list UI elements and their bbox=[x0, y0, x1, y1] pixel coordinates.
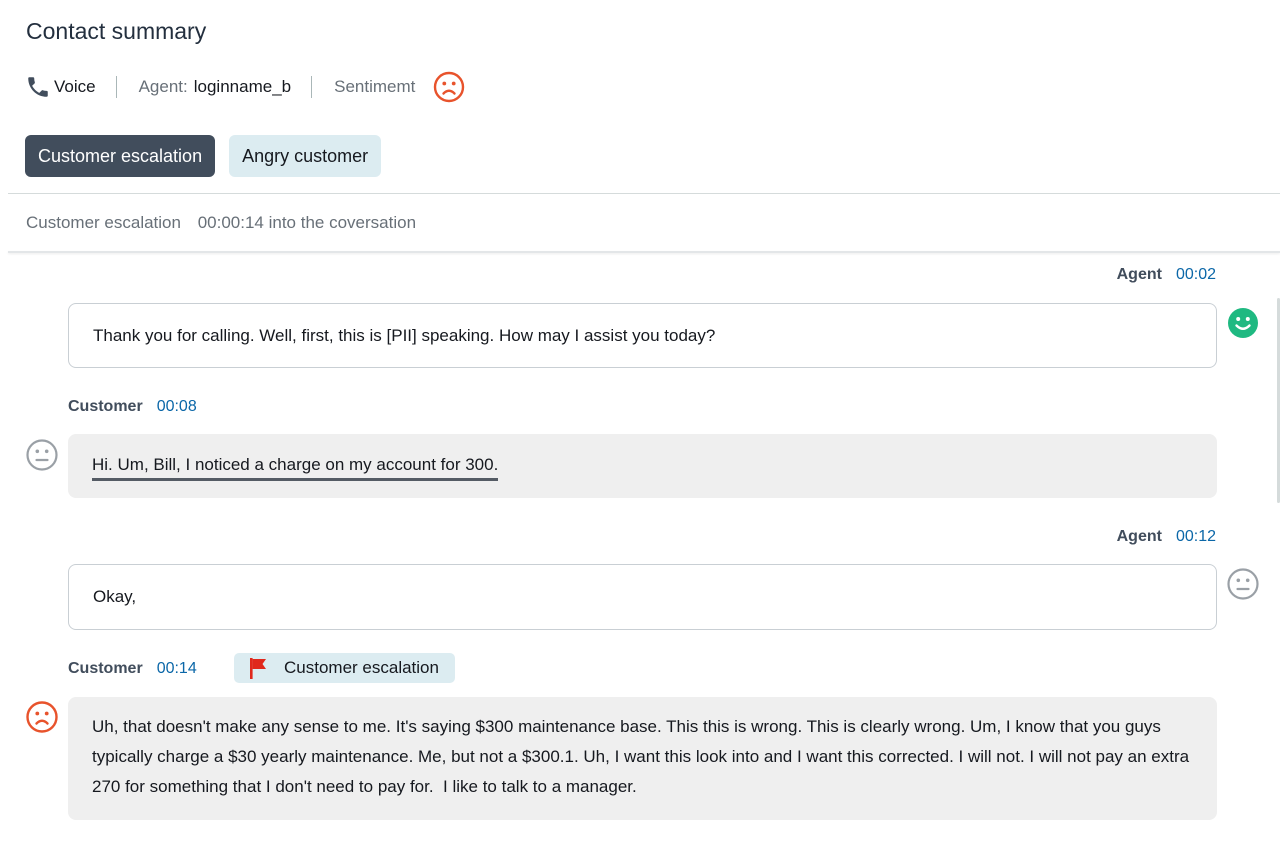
timestamp-link[interactable]: 00:14 bbox=[157, 660, 197, 678]
tag-angry-customer[interactable]: Angry customer bbox=[229, 135, 382, 177]
message-text: Okay, bbox=[93, 587, 137, 606]
neutral-face-icon bbox=[26, 439, 58, 471]
agent-label: Agent: bbox=[138, 77, 188, 96]
neutral-face-icon bbox=[1227, 568, 1259, 600]
flag-icon bbox=[250, 658, 266, 679]
contact-meta: Voice Agent: loginname_b Sentimemt bbox=[25, 71, 465, 103]
speaker-name: Agent bbox=[1116, 266, 1162, 283]
page-title: Contact summary bbox=[26, 18, 207, 44]
speaker-name: Customer bbox=[68, 660, 143, 677]
speaker-name: Customer bbox=[68, 398, 143, 415]
section-header: Customer escalation 00:00:14 into the co… bbox=[26, 213, 416, 233]
speaker-name: Agent bbox=[1116, 528, 1162, 545]
customer-message: Uh, that doesn't make any sense to me. I… bbox=[68, 697, 1217, 820]
message-text: Hi. Um, Bill, I noticed a charge on my a… bbox=[92, 452, 499, 481]
meta-divider bbox=[115, 76, 117, 98]
meta-divider bbox=[311, 76, 313, 98]
category-tags: Customer escalation Angry customer bbox=[25, 135, 382, 177]
happy-face-icon bbox=[1228, 308, 1258, 338]
customer-message: Hi. Um, Bill, I noticed a charge on my a… bbox=[68, 434, 1217, 498]
phone-icon bbox=[28, 77, 48, 97]
category-chip[interactable]: Customer escalation bbox=[234, 653, 455, 683]
timestamp-link[interactable]: 00:08 bbox=[157, 398, 197, 416]
message-text: Thank you for calling. Well, first, this… bbox=[93, 325, 716, 345]
agent-message: Okay, bbox=[68, 564, 1217, 630]
speaker-header: Agent 00:12 bbox=[1117, 528, 1216, 546]
sad-face-icon bbox=[26, 701, 58, 733]
speaker-header: Customer 00:14 bbox=[68, 660, 197, 678]
agent-message: Thank you for calling. Well, first, this… bbox=[68, 303, 1217, 368]
agent-name: loginname_b bbox=[193, 77, 292, 96]
category-chip-label: Customer escalation bbox=[284, 658, 439, 677]
timestamp-link[interactable]: 00:02 bbox=[1176, 266, 1216, 284]
section-time: 00:00:14 into the coversation bbox=[197, 213, 417, 232]
section-divider bbox=[8, 193, 1280, 194]
timestamp-link[interactable]: 00:12 bbox=[1176, 528, 1216, 546]
channel-label: Voice bbox=[54, 77, 96, 96]
section-divider bbox=[8, 251, 1280, 253]
speaker-header: Agent 00:02 bbox=[1117, 266, 1216, 284]
section-name: Customer escalation bbox=[26, 213, 181, 232]
speaker-header: Customer 00:08 bbox=[68, 398, 197, 416]
tag-customer-escalation[interactable]: Customer escalation bbox=[25, 135, 216, 177]
sentiment-label: Sentimemt bbox=[334, 77, 416, 96]
sad-face-icon bbox=[434, 71, 465, 103]
message-text: Uh, that doesn't make any sense to me. I… bbox=[92, 717, 1194, 796]
